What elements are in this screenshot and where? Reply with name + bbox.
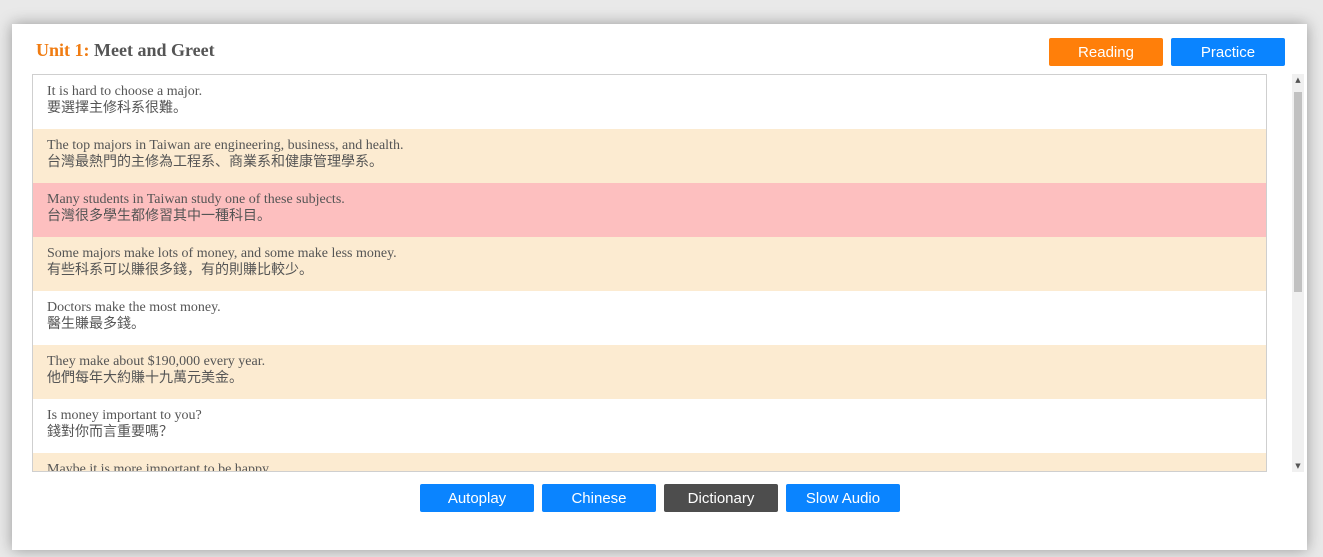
practice-button[interactable]: Practice bbox=[1171, 38, 1285, 66]
sentence-row[interactable]: Doctors make the most money. 醫生賺最多錢。 bbox=[33, 291, 1266, 345]
sentence-english: Is money important to you? bbox=[47, 408, 202, 423]
sentence-row[interactable]: Some majors make lots of money, and some… bbox=[33, 237, 1266, 291]
sentence-english: It is hard to choose a major. bbox=[47, 84, 203, 99]
sentence-english: They make about $190,000 every year. bbox=[47, 354, 266, 369]
slow-audio-button[interactable]: Slow Audio bbox=[786, 484, 900, 512]
page-title: Unit 1: Meet and Greet bbox=[36, 40, 215, 61]
unit-title: Meet and Greet bbox=[94, 40, 215, 60]
sentence-row[interactable]: The top majors in Taiwan are engineering… bbox=[33, 129, 1266, 183]
sentence-chinese: 要選擇主修科系很難。 bbox=[47, 100, 187, 116]
sentence-chinese: 台灣最熱門的主修為工程系、商業系和健康管理學系。 bbox=[47, 154, 383, 170]
chinese-button[interactable]: Chinese bbox=[542, 484, 656, 512]
scrollbar[interactable]: ▲ ▼ bbox=[1292, 74, 1304, 472]
sentence-chinese: 他們每年大約賺十九萬元美金。 bbox=[47, 370, 243, 386]
sentence-english: Many students in Taiwan study one of the… bbox=[47, 192, 345, 207]
scroll-down-icon[interactable]: ▼ bbox=[1292, 460, 1304, 472]
dictionary-button[interactable]: Dictionary bbox=[664, 484, 778, 512]
sentence-english: The top majors in Taiwan are engineering… bbox=[47, 138, 404, 153]
sentence-row-highlighted[interactable]: Many students in Taiwan study one of the… bbox=[33, 183, 1266, 237]
sentence-row[interactable]: They make about $190,000 every year. 他們每… bbox=[33, 345, 1266, 399]
sentence-row[interactable]: Is money important to you? 錢對你而言重要嗎？ bbox=[33, 399, 1266, 453]
sentence-english: Some majors make lots of money, and some… bbox=[47, 246, 397, 261]
sentence-chinese: 錢對你而言重要嗎？ bbox=[47, 424, 173, 440]
autoplay-button[interactable]: Autoplay bbox=[420, 484, 534, 512]
unit-label: Unit 1: bbox=[36, 40, 90, 60]
sentence-english: Doctors make the most money. bbox=[47, 300, 221, 315]
sentence-chinese: 醫生賺最多錢。 bbox=[47, 316, 145, 332]
sentence-chinese: 台灣很多學生都修習其中一種科目。 bbox=[47, 208, 271, 224]
sentence-chinese: 有些科系可以賺很多錢，有的則賺比較少。 bbox=[47, 262, 313, 278]
sentence-row[interactable]: Maybe it is more important to be happy. bbox=[33, 453, 1266, 472]
sentence-english: Maybe it is more important to be happy. bbox=[47, 462, 272, 472]
reading-button[interactable]: Reading bbox=[1049, 38, 1163, 66]
scroll-up-icon[interactable]: ▲ bbox=[1292, 74, 1304, 86]
reader-panel: Unit 1: Meet and Greet Reading Practice … bbox=[12, 24, 1307, 550]
sentence-list[interactable]: It is hard to choose a major. 要選擇主修科系很難。… bbox=[32, 74, 1267, 472]
scroll-thumb[interactable] bbox=[1294, 92, 1302, 292]
sentence-row[interactable]: It is hard to choose a major. 要選擇主修科系很難。 bbox=[33, 75, 1266, 129]
